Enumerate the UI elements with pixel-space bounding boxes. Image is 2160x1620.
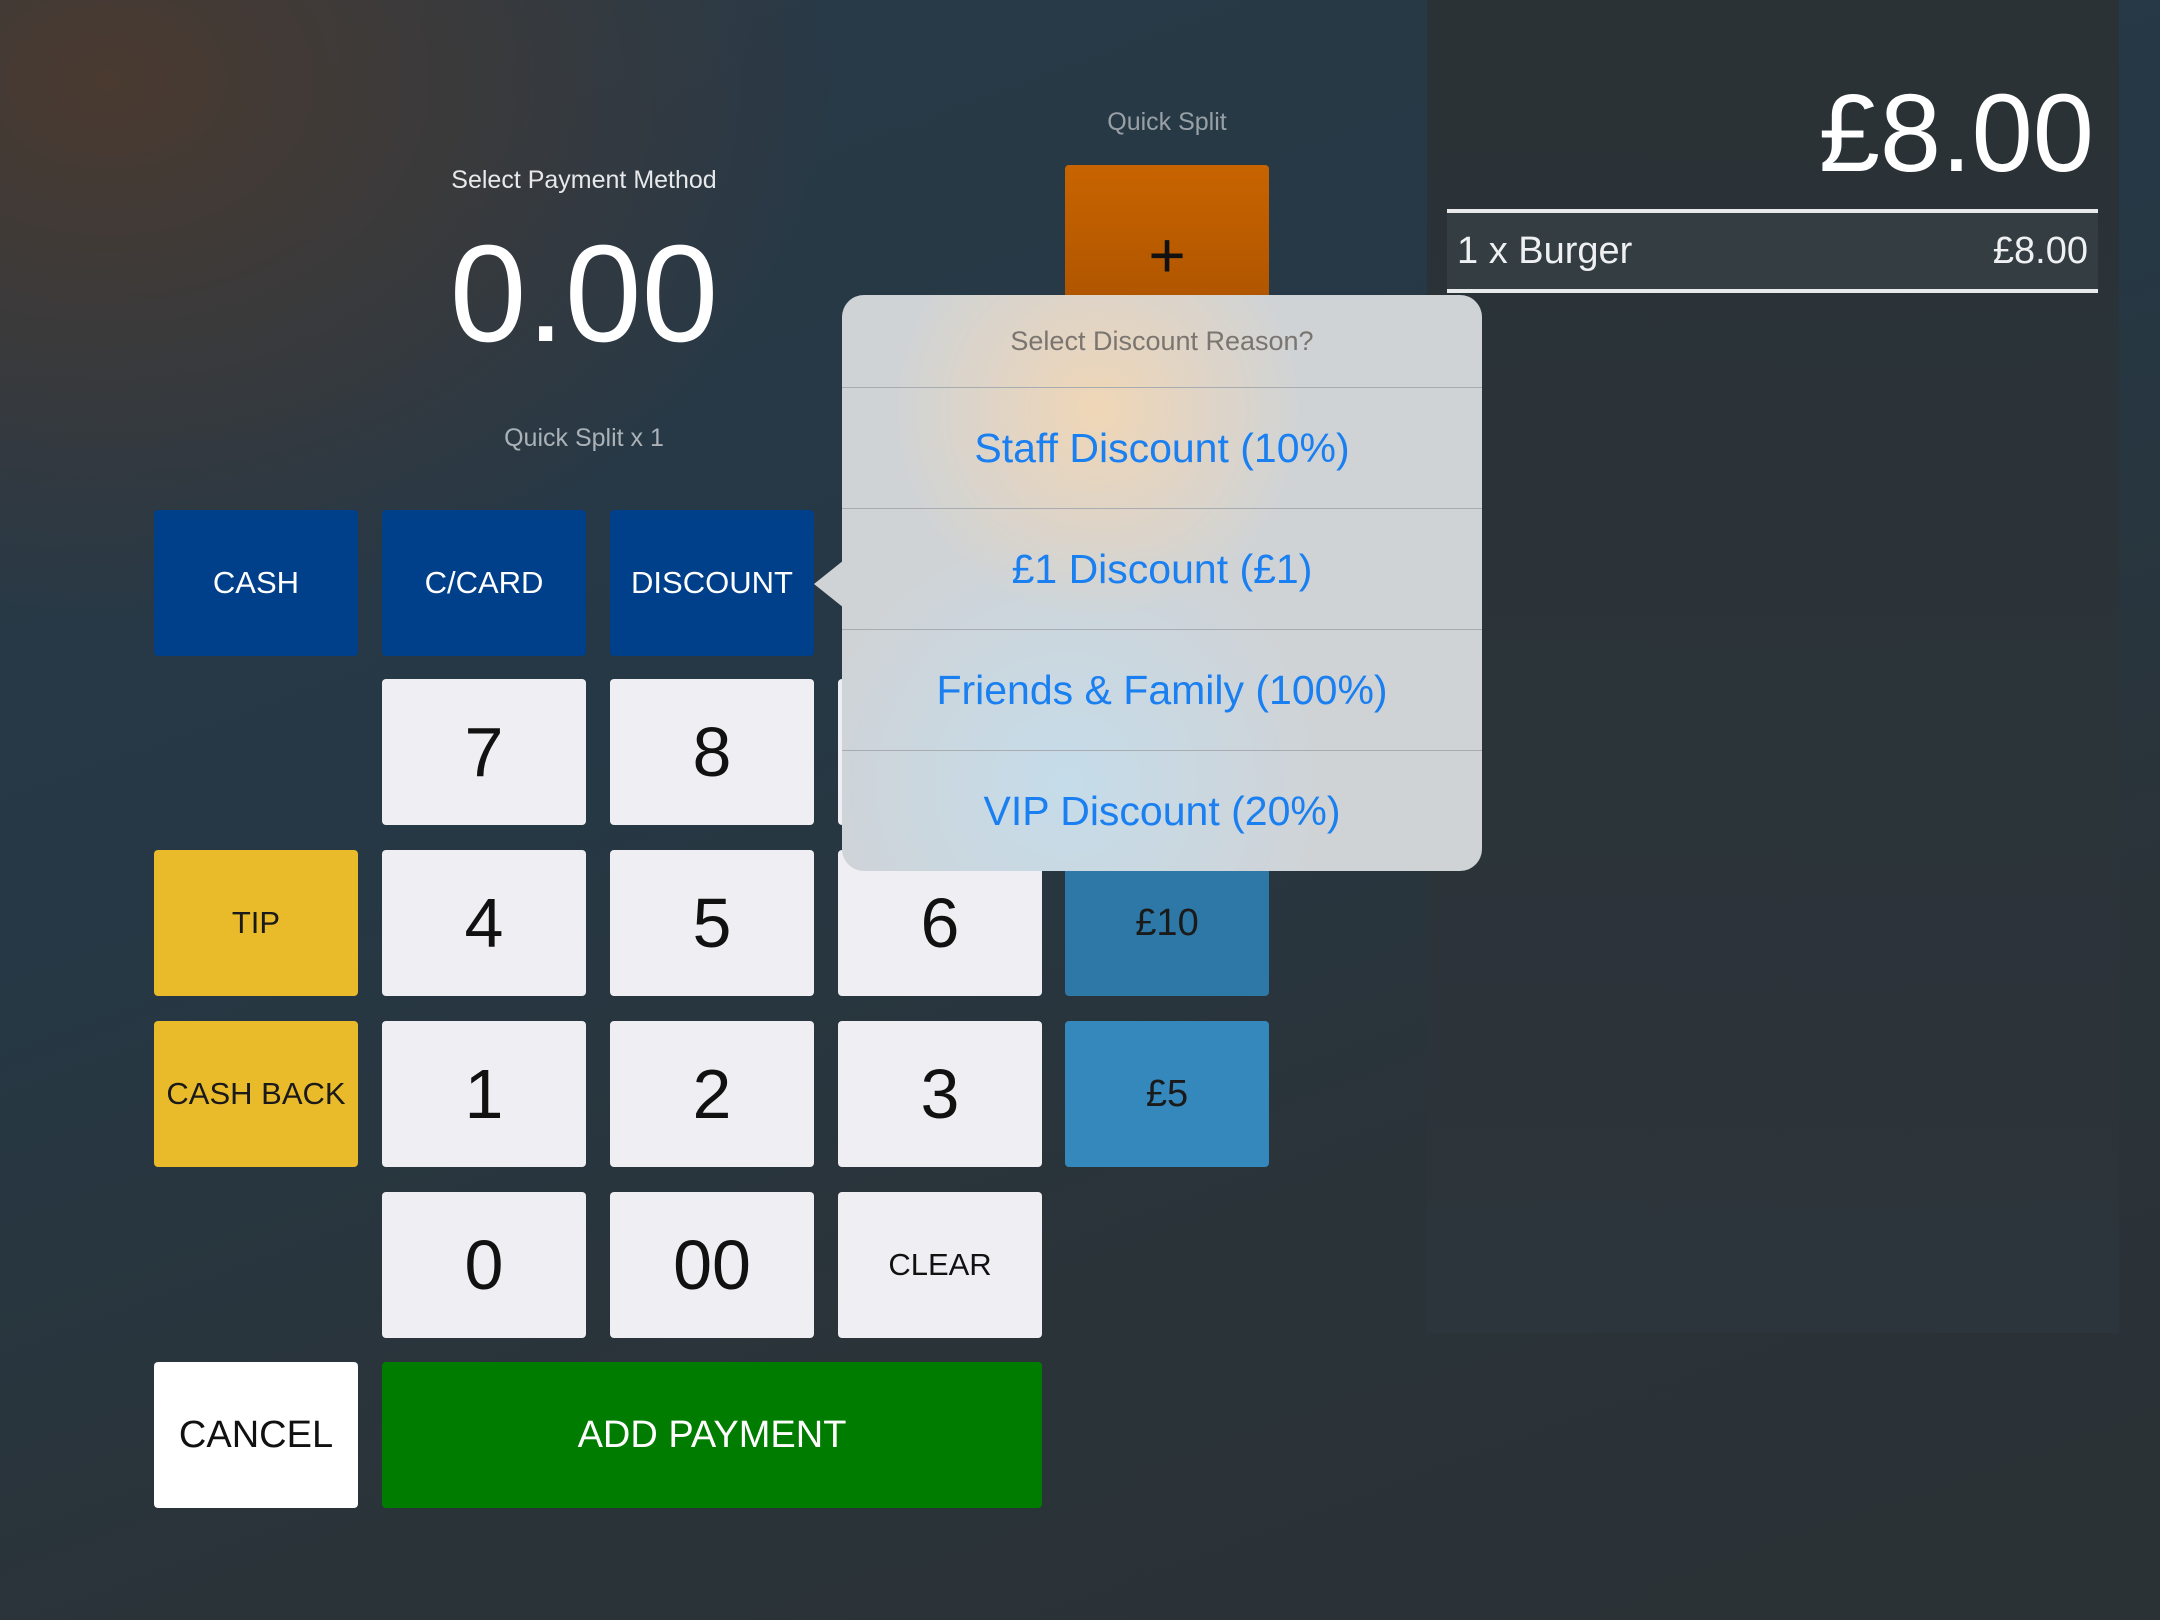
amount-display: 0.00 <box>449 217 719 371</box>
cash-button[interactable]: CASH <box>154 510 358 656</box>
key-8[interactable]: 8 <box>610 679 814 825</box>
popover-arrow <box>814 560 844 608</box>
key-00[interactable]: 00 <box>610 1192 814 1338</box>
quick-split-label: Quick Split <box>1107 108 1227 136</box>
discount-option-one-pound[interactable]: £1 Discount (£1) <box>842 508 1482 629</box>
add-payment-button[interactable]: ADD PAYMENT <box>382 1362 1042 1508</box>
discount-option-friends-family[interactable]: Friends & Family (100%) <box>842 629 1482 750</box>
order-total: £8.00 <box>1818 72 2094 195</box>
key-7[interactable]: 7 <box>382 679 586 825</box>
cash-back-button[interactable]: CASH BACK <box>154 1021 358 1167</box>
key-0[interactable]: 0 <box>382 1192 586 1338</box>
popover-title: Select Discount Reason? <box>1010 325 1314 356</box>
key-3[interactable]: 3 <box>838 1021 1042 1167</box>
key-1[interactable]: 1 <box>382 1021 586 1167</box>
clear-button[interactable]: CLEAR <box>838 1192 1042 1338</box>
card-button[interactable]: C/CARD <box>382 510 586 656</box>
discount-option-staff[interactable]: Staff Discount (10%) <box>842 387 1482 508</box>
quick-split-count: Quick Split x 1 <box>504 424 664 452</box>
key-2[interactable]: 2 <box>610 1021 814 1167</box>
order-panel: £8.00 1 x Burger £8.00 <box>1427 0 2119 1333</box>
quick-amount-10[interactable]: £10 <box>1065 850 1269 996</box>
order-item-row[interactable]: 1 x Burger £8.00 <box>1447 209 2098 293</box>
tip-button[interactable]: TIP <box>154 850 358 996</box>
quick-amount-5[interactable]: £5 <box>1065 1021 1269 1167</box>
item-description: 1 x Burger <box>1457 229 1633 272</box>
discount-option-vip[interactable]: VIP Discount (20%) <box>842 750 1482 871</box>
discount-reason-popover: Select Discount Reason? Staff Discount (… <box>842 295 1482 871</box>
discount-button[interactable]: DISCOUNT <box>610 510 814 656</box>
key-6[interactable]: 6 <box>838 850 1042 996</box>
key-5[interactable]: 5 <box>610 850 814 996</box>
item-price: £8.00 <box>1992 229 2088 272</box>
payment-title: Select Payment Method <box>451 166 717 194</box>
key-4[interactable]: 4 <box>382 850 586 996</box>
cancel-button[interactable]: CANCEL <box>154 1362 358 1508</box>
